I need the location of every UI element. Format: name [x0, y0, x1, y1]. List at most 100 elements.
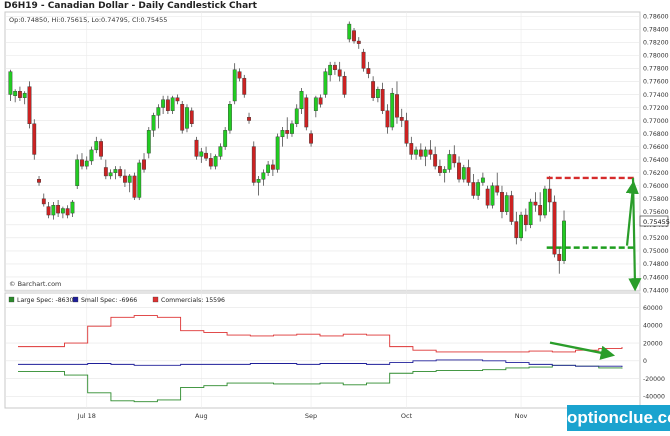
price-tick-label: 0.78000	[643, 53, 669, 60]
candle-up	[275, 136, 280, 170]
x-tick-label: Jul 18	[77, 412, 96, 420]
candle-down	[175, 97, 180, 102]
x-axis: Jul 18 Aug Sep Oct Nov	[77, 412, 528, 420]
candle-down	[270, 164, 275, 170]
candle-down	[547, 188, 552, 203]
candle-down	[118, 169, 123, 177]
candle-down	[438, 165, 442, 173]
candle-up	[504, 195, 509, 212]
candle-down	[385, 110, 390, 128]
candle-down	[99, 141, 103, 157]
candle-up	[146, 130, 151, 154]
chart-canvas: 0.78600 0.78400 0.78200 0.78000 0.77800 0.776…	[4, 11, 670, 420]
candle-up	[51, 205, 56, 216]
candle-down	[552, 201, 557, 255]
candle-up	[519, 214, 523, 239]
candle-up	[108, 172, 113, 177]
candle-up	[113, 169, 118, 173]
candle-down	[80, 159, 84, 167]
candle-up	[347, 23, 352, 40]
candle-down	[165, 99, 170, 111]
last-price-label: 0.75455	[643, 218, 670, 226]
candle-down	[237, 71, 242, 79]
legend-swatch	[152, 296, 159, 303]
cot-axis: 60000 40000 20000 0 -20000 -40000	[643, 305, 665, 401]
price-tick-label: 0.75000	[643, 248, 669, 255]
candle-up	[223, 130, 228, 147]
candle-up	[323, 71, 328, 95]
x-tick-label: Aug	[195, 412, 208, 420]
candle-down	[132, 175, 137, 198]
candle-up	[151, 115, 156, 131]
candle-up	[8, 71, 13, 95]
legend-label: Commercials: 15596	[161, 297, 225, 304]
candle-down	[41, 198, 46, 205]
candle-down	[428, 149, 433, 155]
candle-up	[13, 91, 18, 96]
candle-down	[452, 154, 457, 164]
price-tick-label: 0.77200	[643, 105, 669, 112]
candle-up	[290, 123, 294, 134]
candle-down	[142, 159, 146, 170]
candle-down	[404, 120, 409, 144]
candle-up	[490, 185, 495, 206]
price-tick-label: 0.78200	[643, 40, 669, 47]
candle-up	[266, 164, 271, 173]
candle-down	[304, 97, 309, 128]
source-label: © Barchart.com	[9, 280, 61, 288]
candle-down	[399, 117, 404, 121]
candle-down	[46, 206, 51, 216]
candle-down	[180, 104, 185, 131]
candle-down	[65, 208, 70, 216]
candle-up	[199, 151, 204, 157]
candle-up	[299, 91, 304, 110]
candle-up	[156, 107, 161, 116]
candle-up	[543, 188, 547, 216]
cot-tick-label: -20000	[643, 376, 665, 383]
x-tick-label: Nov	[515, 412, 528, 420]
candle-down	[247, 117, 251, 121]
cot-tick-label: -40000	[643, 394, 665, 401]
candle-down	[251, 146, 256, 183]
price-tick-label: 0.76800	[643, 131, 669, 138]
price-tick-label: 0.78400	[643, 27, 669, 34]
cot-tick-label: 20000	[643, 340, 663, 347]
candle-up	[447, 154, 452, 170]
candle-up	[170, 97, 175, 111]
candle-up	[232, 69, 237, 102]
candle-up	[390, 92, 395, 128]
candle-down	[37, 178, 41, 183]
candle-down	[204, 152, 208, 159]
candle-down	[208, 158, 213, 167]
candle-down	[189, 110, 194, 125]
candle-up	[423, 149, 428, 157]
legend-swatch	[72, 296, 79, 303]
ohlc-readout: Op:0.74850, Hi:0.75615, Lo:0.74795, Cl:0…	[9, 16, 167, 24]
candle-up	[476, 182, 481, 196]
legend-label: Large Spec: -8630	[17, 297, 74, 304]
price-tick-label: 0.76400	[643, 157, 669, 164]
candle-down	[533, 201, 538, 206]
candle-down	[285, 130, 290, 134]
candle-down	[538, 205, 543, 216]
candle-up	[161, 99, 166, 108]
candle-down	[337, 69, 342, 77]
candle-down	[409, 143, 414, 155]
candle-down	[123, 175, 127, 183]
candle-down	[56, 205, 61, 214]
candle-up	[84, 160, 89, 167]
price-tick-label: 0.78600	[643, 14, 669, 21]
candle-up	[480, 177, 485, 183]
candle-down	[356, 40, 361, 44]
candle-down	[318, 97, 323, 105]
candle-down	[500, 192, 504, 212]
price-axis: 0.78600 0.78400 0.78200 0.78000 0.77800 0.776…	[643, 14, 669, 295]
candle-up	[328, 64, 333, 76]
price-tick-label: 0.77400	[643, 92, 669, 99]
candle-up	[127, 175, 132, 183]
price-tick-label: 0.74800	[643, 261, 669, 268]
candle-down	[514, 221, 519, 239]
x-tick-label: Oct	[401, 412, 413, 420]
candle-down	[471, 182, 476, 196]
candle-down	[557, 253, 562, 261]
